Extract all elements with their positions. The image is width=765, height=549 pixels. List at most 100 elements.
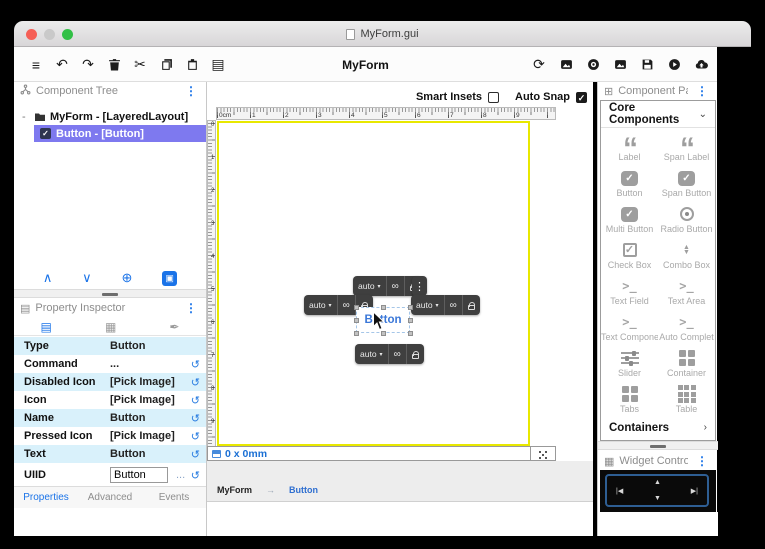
property-value[interactable]: Button [110,412,188,424]
constraint-lock-button[interactable] [407,344,424,364]
tab-advanced[interactable]: Advanced [78,487,142,508]
constraint-infinity-button[interactable]: ∞ [445,295,463,315]
redo-icon[interactable]: ↷ [80,56,96,73]
palette-item-span-label[interactable]: “Span Label [658,128,715,164]
inspector-tab-properties-list[interactable]: ▤ [31,320,62,334]
palette-item-span-button[interactable]: ✓ Span Button [658,164,715,200]
palette-item-radio-button[interactable]: Radio Button [658,200,715,236]
resize-handle[interactable] [354,331,359,336]
property-row[interactable]: Name Button ↺ [14,409,206,427]
property-value[interactable]: ... [110,358,188,370]
property-value[interactable]: [Pick Image] [110,376,188,388]
property-value[interactable]: Button [110,340,188,352]
tab-events[interactable]: Events [142,487,206,508]
palette-item-text-area[interactable]: >_ Text Area [658,272,715,308]
palette-item-combo-box[interactable]: ▲ ▼ Combo Box [658,236,715,272]
refresh-icon[interactable]: ⟳ [531,56,547,73]
tab-properties[interactable]: Properties [14,487,78,508]
play-icon[interactable] [666,57,682,73]
resize-handle[interactable] [354,305,359,310]
property-row[interactable]: Icon [Pick Image] ↺ [14,391,206,409]
record-icon[interactable] [585,57,601,73]
tree-item[interactable]: - MyForm - [LayeredLayout] [14,108,206,125]
right-splitter[interactable] [598,441,718,450]
select-mode-icon[interactable]: ▣ [162,270,178,286]
auto-snap-checkbox[interactable]: ✓ [576,91,587,103]
reset-property-icon[interactable]: ↺ [188,430,200,443]
delete-icon[interactable] [106,57,122,73]
palette-item-check-box[interactable]: ✓ Check Box [601,236,658,272]
down-icon[interactable]: ▼ [654,495,661,502]
move-up-icon[interactable]: ∧ [43,270,53,286]
breadcrumb-myform[interactable]: MyForm [217,485,252,495]
section-containers[interactable]: Containers › [600,415,716,441]
reset-property-icon[interactable]: ↺ [188,358,200,371]
property-value[interactable]: Button [110,448,188,460]
property-row[interactable]: Disabled Icon [Pick Image] ↺ [14,373,206,391]
widget-control-menu-icon[interactable]: ⋮ [693,454,711,468]
palette-item-text-compone[interactable]: >_ Text Compone [601,308,658,344]
resize-handle[interactable] [408,331,413,336]
palette-item-text-field[interactable]: >_ Text Field [601,272,658,308]
inspector-tab-layout-grid[interactable]: ▦ [95,320,126,334]
property-row[interactable]: Text Button ↺ [14,445,206,463]
property-value[interactable]: [Pick Image] [110,394,188,406]
resize-handle[interactable] [408,305,413,310]
property-row[interactable]: UIID...↺ [14,463,206,487]
constraint-more-icon[interactable]: ⋮ [412,276,427,296]
reset-property-icon[interactable]: ↺ [188,469,200,482]
constraint-value-dropdown[interactable]: auto ▾ [304,295,338,315]
inspector-menu-icon[interactable]: ⋮ [182,301,200,315]
inspector-tab-style-pen[interactable]: ✒ [159,320,189,334]
resize-handle[interactable] [381,331,386,336]
constraint-value-dropdown[interactable]: auto ▾ [411,295,445,315]
image-icon[interactable] [612,57,628,73]
resize-handle[interactable] [408,318,413,323]
palette-item-auto-complet[interactable]: >_ Auto Complet [658,308,715,344]
reset-property-icon[interactable]: ↺ [188,448,200,461]
smart-insets-checkbox[interactable] [488,91,499,103]
up-icon[interactable]: ▲ [654,479,661,486]
save-icon[interactable] [639,57,655,73]
screenshot-icon[interactable] [558,57,574,73]
constraint-value-dropdown[interactable]: auto ▾ [353,276,387,296]
section-core-components[interactable]: Core Components ⌄ [601,101,715,128]
palette-item-label[interactable]: “Label [601,128,658,164]
list-icon[interactable]: ▤ [210,56,226,73]
undo-icon[interactable]: ↶ [54,56,70,73]
tree-expander-icon[interactable]: - [22,111,32,123]
reset-property-icon[interactable]: ↺ [188,412,200,425]
add-component-icon[interactable]: ⊕ [121,270,132,286]
palette-item-table[interactable]: Table [658,380,715,416]
expand-canvas-button[interactable] [531,446,556,461]
palette-item-container[interactable]: Container [658,344,715,380]
cut-icon[interactable]: ✂ [132,56,148,73]
tree-menu-icon[interactable]: ⋮ [182,84,200,98]
left-splitter[interactable] [14,289,206,298]
step-forward-icon[interactable]: ▶| [691,487,698,495]
palette-item-slider[interactable]: Slider [601,344,658,380]
property-value[interactable]: [Pick Image] [110,430,188,442]
property-row[interactable]: Type Button [14,337,206,355]
move-down-icon[interactable]: ∨ [82,270,92,286]
resize-handle[interactable] [381,305,386,310]
reset-property-icon[interactable]: ↺ [188,394,200,407]
property-row[interactable]: Command... ↺ [14,355,206,373]
constraint-infinity-button[interactable]: ∞ [387,276,405,296]
upload-icon[interactable] [693,57,709,73]
menu-icon[interactable]: ≡ [28,57,44,73]
constraint-lock-button[interactable] [463,295,480,315]
constraint-value-dropdown[interactable]: auto ▾ [355,344,389,364]
tree-item[interactable]: ✓ Button - [Button] [34,125,206,142]
property-row[interactable]: Pressed Icon [Pick Image] ↺ [14,427,206,445]
breadcrumb-button[interactable]: Button [289,485,318,495]
more-options-button[interactable]: ... [176,469,188,481]
uiid-input[interactable] [110,467,168,483]
palette-item-multi-button[interactable]: ✓ Multi Button [601,200,658,236]
palette-item-button[interactable]: ✓ Button [601,164,658,200]
reset-property-icon[interactable]: ↺ [188,376,200,389]
copy-icon[interactable] [158,57,174,73]
constraint-infinity-button[interactable]: ∞ [338,295,356,315]
palette-menu-icon[interactable]: ⋮ [693,84,711,98]
paste-icon[interactable] [184,57,200,73]
